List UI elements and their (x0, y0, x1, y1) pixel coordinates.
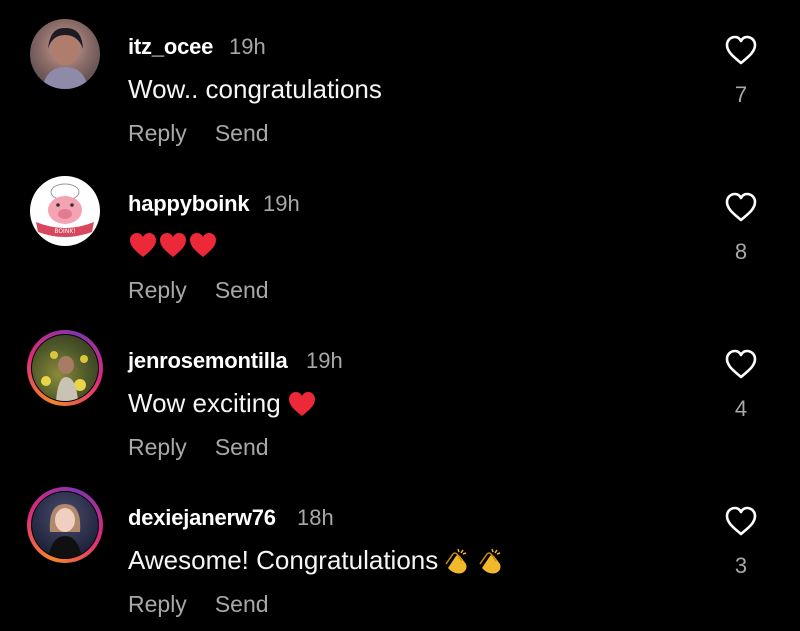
heart-outline-icon[interactable] (724, 34, 758, 66)
red-heart-icon (190, 233, 216, 257)
svg-text:BOINK!: BOINK! (54, 228, 75, 235)
comment-timestamp: 19h (229, 34, 266, 59)
like-count: 3 (734, 553, 748, 578)
comment-text: Wow exciting (128, 388, 317, 419)
comment-item: itz_ocee 19h Wow.. congratulations Reply… (0, 10, 800, 160)
comment-item: jenrosemontilla 19h Wow exciting Reply Se… (0, 324, 800, 474)
red-heart-icon (130, 233, 156, 257)
avatar[interactable] (27, 330, 103, 406)
comment-timestamp: 18h (297, 505, 334, 530)
heart-outline-icon[interactable] (724, 505, 758, 537)
comment-item: BOINK! happyboink 19h Reply Send 8 (0, 167, 800, 317)
send-button[interactable]: Send (215, 277, 269, 304)
like-count: 8 (734, 239, 748, 264)
like-count: 4 (734, 396, 748, 421)
like-count: 7 (734, 82, 748, 107)
heart-outline-icon[interactable] (724, 348, 758, 380)
avatar[interactable]: BOINK! (27, 173, 103, 249)
send-button[interactable]: Send (215, 591, 269, 618)
comment-username[interactable]: itz_ocee (128, 34, 213, 60)
clapping-hands-icon (479, 548, 501, 573)
comment-username[interactable]: dexiejanerw76 (128, 505, 276, 531)
reply-button[interactable]: Reply (128, 591, 187, 618)
red-heart-icon (288, 391, 315, 416)
comment-timestamp: 19h (306, 348, 343, 373)
clapping-hands-icon (445, 548, 467, 573)
comment-username[interactable]: happyboink (128, 191, 250, 217)
red-heart-icon (160, 233, 186, 257)
send-button[interactable]: Send (215, 120, 269, 147)
comment-username[interactable]: jenrosemontilla (128, 348, 288, 374)
comment-text (128, 231, 218, 259)
comment-timestamp: 19h (263, 191, 300, 216)
reply-button[interactable]: Reply (128, 434, 187, 461)
comment-item: dexiejanerw76 18h Awesome! Congratulatio… (0, 481, 800, 631)
reply-button[interactable]: Reply (128, 120, 187, 147)
send-button[interactable]: Send (215, 434, 269, 461)
heart-outline-icon[interactable] (724, 191, 758, 223)
comment-text: Wow.. congratulations (128, 74, 382, 104)
avatar[interactable] (27, 487, 103, 563)
comment-text: Awesome! Congratulations (128, 545, 506, 576)
reply-button[interactable]: Reply (128, 277, 187, 304)
avatar[interactable] (27, 16, 103, 92)
